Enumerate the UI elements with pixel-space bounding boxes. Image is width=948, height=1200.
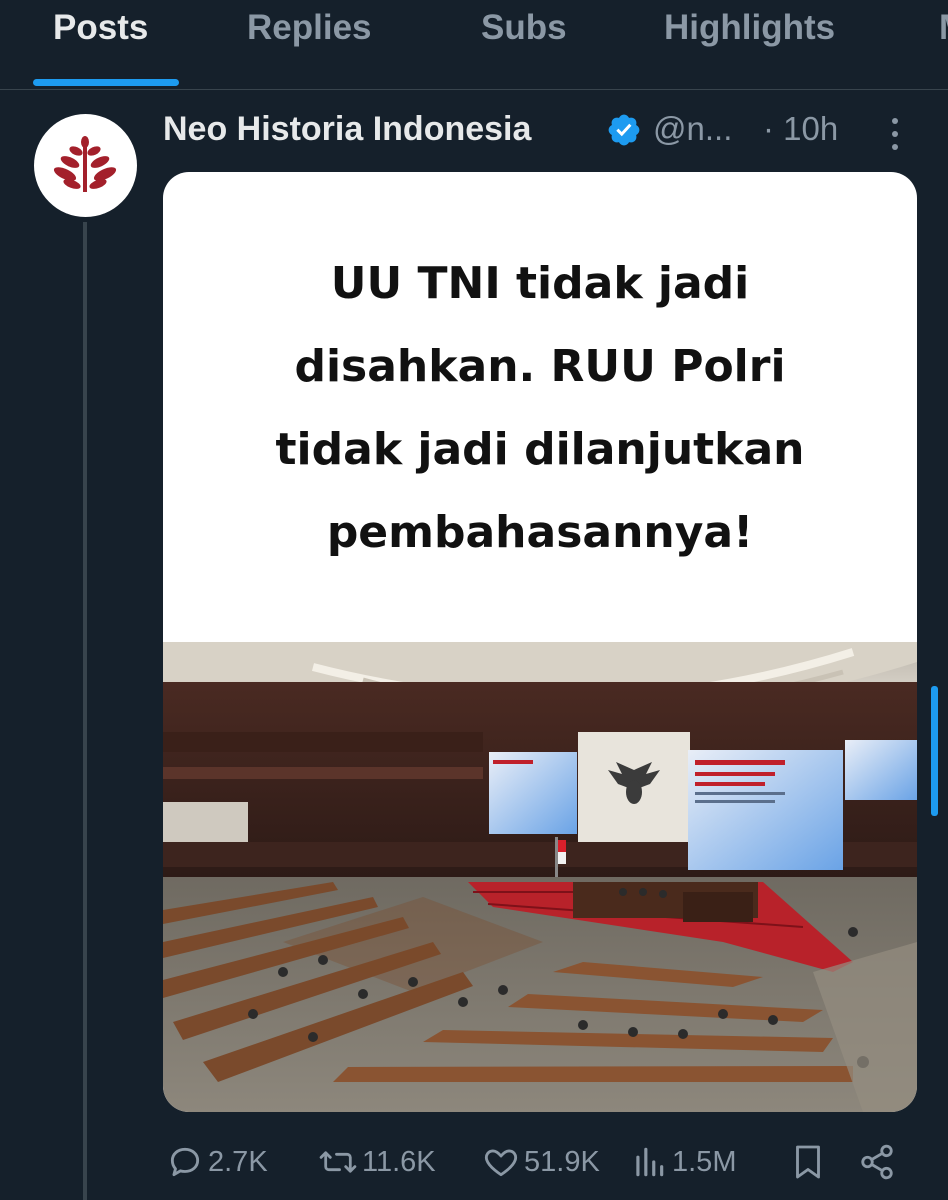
tab-subs[interactable]: Subs xyxy=(481,8,567,58)
like-count: 51.9K xyxy=(524,1145,600,1178)
share-icon xyxy=(861,1144,893,1180)
profile-tabs: Posts Replies Subs Highlights M xyxy=(0,0,948,90)
post-media[interactable]: UU TNI tidak jadi disahkan. RUU Polri ti… xyxy=(163,172,917,1112)
reply-icon xyxy=(170,1147,200,1177)
tab-replies[interactable]: Replies xyxy=(247,8,372,58)
headline-line: UU TNI tidak jadi xyxy=(330,258,750,309)
scrollbar[interactable] xyxy=(931,686,938,816)
views-icon xyxy=(636,1147,664,1177)
thread-line xyxy=(83,222,87,1200)
headline-line: tidak jadi dilanjutkan xyxy=(275,424,805,475)
parliament-photo xyxy=(163,642,917,1112)
verified-badge-icon xyxy=(608,114,640,146)
repost-count: 11.6K xyxy=(362,1145,436,1178)
author-handle[interactable]: @n... xyxy=(653,110,732,148)
share-button[interactable] xyxy=(858,1138,896,1186)
tab-posts[interactable]: Posts xyxy=(53,8,148,58)
author-name[interactable]: Neo Historia Indonesia xyxy=(163,110,531,149)
avatar[interactable] xyxy=(34,114,137,217)
tab-media[interactable]: M xyxy=(939,8,948,58)
headline-line: pembahasannya! xyxy=(326,507,754,558)
reply-count: 2.7K xyxy=(208,1145,268,1178)
repost-icon xyxy=(319,1151,357,1173)
tab-highlights[interactable]: Highlights xyxy=(664,8,835,58)
reply-button[interactable]: 2.7K xyxy=(166,1138,268,1186)
headline-line: disahkan. RUU Polri xyxy=(294,341,786,392)
repost-button[interactable]: 11.6K xyxy=(318,1138,436,1186)
profile-page: Posts Replies Subs Highlights M Ne xyxy=(0,0,948,1200)
bookmark-button[interactable] xyxy=(790,1138,826,1186)
post-actions: 2.7K 11.6K 51.9K 1.5M xyxy=(0,1138,948,1188)
more-vertical-icon[interactable] xyxy=(885,116,905,152)
leaf-logo-icon xyxy=(53,136,117,192)
like-button[interactable]: 51.9K xyxy=(482,1138,600,1186)
active-tab-indicator xyxy=(33,79,179,86)
bookmark-icon xyxy=(796,1145,820,1179)
heart-icon xyxy=(484,1149,518,1177)
post-time[interactable]: · 10h xyxy=(763,110,838,148)
view-count: 1.5M xyxy=(672,1145,737,1178)
media-headline: UU TNI tidak jadi disahkan. RUU Polri ti… xyxy=(163,242,917,574)
views-button[interactable]: 1.5M xyxy=(630,1138,736,1186)
